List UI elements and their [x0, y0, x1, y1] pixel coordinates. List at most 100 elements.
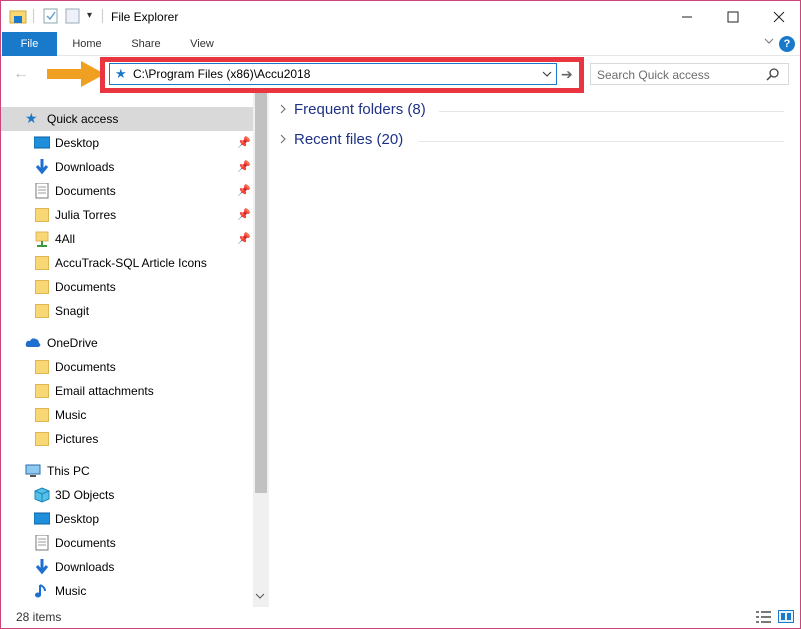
nav-label: Music [55, 584, 87, 598]
group-divider [439, 111, 784, 112]
large-icons-view-icon[interactable] [778, 610, 794, 624]
status-bar: 28 items [1, 605, 800, 629]
tab-view[interactable]: View [178, 32, 226, 56]
music-icon [35, 584, 46, 598]
nav-item-4all[interactable]: 4All 📌 [1, 227, 253, 251]
group-divider [419, 141, 784, 142]
new-folder-icon[interactable] [65, 8, 81, 24]
nav-item-onedrive-documents[interactable]: Documents [1, 355, 253, 379]
nav-item-desktop[interactable]: Desktop 📌 [1, 131, 253, 155]
quick-access-star-icon: ★ [25, 110, 38, 126]
folder-icon [35, 304, 49, 318]
nav-item-pc-music[interactable]: Music [1, 579, 253, 603]
group-frequent-folders[interactable]: Frequent folders (8) [279, 99, 784, 123]
tab-home[interactable]: Home [63, 32, 111, 56]
group-label: Recent files (20) [294, 131, 404, 148]
nav-item-pc-downloads[interactable]: Downloads [1, 555, 253, 579]
address-row: ← ★ C:\Program Files (x86)\Accu2018 ➔ Se… [1, 57, 800, 93]
nav-label: Documents [55, 280, 116, 294]
search-icon[interactable] [766, 68, 780, 82]
nav-label: AccuTrack-SQL Article Icons [55, 256, 207, 270]
nav-item-email-attachments[interactable]: Email attachments [1, 379, 253, 403]
computer-icon [25, 464, 41, 477]
minimize-button[interactable] [664, 1, 710, 32]
desktop-icon [34, 136, 50, 149]
nav-item-pc-desktop[interactable]: Desktop [1, 507, 253, 531]
download-icon [35, 559, 49, 575]
folder-icon [35, 432, 49, 446]
address-dropdown-icon[interactable] [542, 65, 552, 82]
ribbon-tabs: File Home Share View ? [1, 32, 800, 56]
folder-icon [35, 256, 49, 270]
folder-icon [35, 408, 49, 422]
address-bar[interactable]: ★ C:\Program Files (x86)\Accu2018 [109, 63, 557, 85]
nav-label: This PC [47, 464, 90, 478]
details-view-icon[interactable] [756, 610, 772, 624]
title-bar: ▾ File Explorer [1, 1, 800, 32]
nav-item-downloads[interactable]: Downloads 📌 [1, 155, 253, 179]
folder-app-icon [9, 10, 27, 24]
download-icon [35, 159, 49, 175]
expand-ribbon-icon[interactable] [764, 36, 774, 49]
folder-icon [35, 360, 49, 374]
folder-icon [35, 208, 49, 222]
tab-share[interactable]: Share [122, 32, 170, 56]
nav-label: Desktop [55, 512, 100, 526]
pin-icon[interactable]: 📌 [237, 208, 251, 221]
nav-quick-access[interactable]: ★ Quick access [1, 107, 253, 131]
nav-item-accutrack-icons[interactable]: AccuTrack-SQL Article Icons [1, 251, 253, 275]
close-button[interactable] [756, 1, 801, 32]
content-pane: Frequent folders (8) Recent files (20) [269, 93, 800, 607]
customize-quick-access-icon[interactable]: ▾ [87, 10, 92, 21]
nav-onedrive[interactable]: OneDrive [1, 331, 253, 355]
search-input[interactable]: Search Quick access [590, 63, 789, 85]
nav-label: Music [55, 408, 87, 422]
nav-label: Julia Torres [55, 208, 117, 222]
scroll-down-icon[interactable] [255, 591, 265, 604]
nav-item-documents-folder[interactable]: Documents [1, 275, 253, 299]
chevron-right-icon[interactable] [279, 103, 287, 118]
group-recent-files[interactable]: Recent files (20) [279, 129, 784, 153]
file-explorer-window: ▾ File Explorer File Home Share View ? ←… [0, 0, 801, 629]
maximize-button[interactable] [710, 1, 756, 32]
tab-file[interactable]: File [2, 32, 57, 56]
properties-icon[interactable] [43, 8, 59, 24]
minimize-icon [682, 16, 692, 17]
nav-this-pc[interactable]: This PC [1, 459, 253, 483]
chevron-right-icon[interactable] [279, 133, 287, 148]
nav-label: Downloads [55, 160, 115, 174]
nav-item-3d-objects[interactable]: 3D Objects [1, 483, 253, 507]
nav-label: Email attachments [55, 384, 154, 398]
nav-item-onedrive-pictures[interactable]: Pictures [1, 427, 253, 451]
nav-label: Snagit [55, 304, 90, 318]
help-icon[interactable]: ? [779, 36, 795, 52]
item-count: 28 items [16, 610, 62, 624]
network-folder-icon [35, 231, 49, 247]
window-title: File Explorer [111, 10, 179, 24]
nav-label: OneDrive [47, 336, 98, 350]
desktop-icon [34, 512, 50, 525]
quick-access-star-icon: ★ [115, 66, 127, 81]
back-arrow-icon[interactable]: ← [13, 65, 29, 83]
document-icon [35, 535, 49, 551]
nav-scroll-thumb[interactable] [255, 93, 267, 493]
nav-label: Documents [55, 536, 116, 550]
nav-item-pc-documents[interactable]: Documents [1, 531, 253, 555]
pin-icon[interactable]: 📌 [237, 136, 251, 149]
separator [33, 9, 34, 23]
address-path[interactable]: C:\Program Files (x86)\Accu2018 [133, 67, 310, 81]
nav-item-onedrive-music[interactable]: Music [1, 403, 253, 427]
pin-icon[interactable]: 📌 [237, 184, 251, 197]
pin-icon[interactable]: 📌 [237, 160, 251, 173]
search-placeholder: Search Quick access [597, 68, 710, 82]
group-label: Frequent folders (8) [294, 101, 426, 118]
nav-item-documents[interactable]: Documents 📌 [1, 179, 253, 203]
nav-label: 4All [55, 232, 76, 246]
go-arrow-icon[interactable]: ➔ [561, 66, 573, 83]
nav-item-snagit[interactable]: Snagit [1, 299, 253, 323]
nav-item-julia-torres[interactable]: Julia Torres 📌 [1, 203, 253, 227]
maximize-icon [727, 11, 739, 22]
pin-icon[interactable]: 📌 [237, 232, 251, 245]
folder-icon [35, 280, 49, 294]
navigation-pane: ★ Quick access Desktop 📌 Downloads 📌 Doc… [1, 93, 269, 607]
